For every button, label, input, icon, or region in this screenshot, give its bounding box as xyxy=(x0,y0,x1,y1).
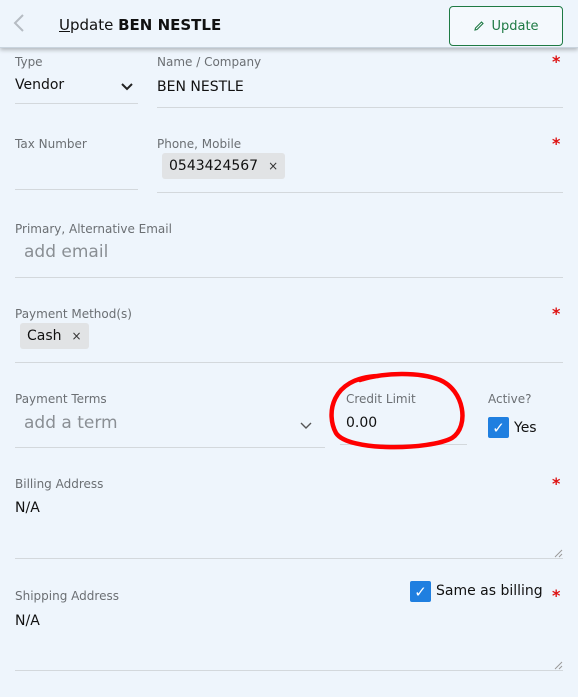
required-asterisk: * xyxy=(552,586,561,605)
checkmark-icon: ✓ xyxy=(414,582,427,601)
remove-chip-icon[interactable]: × xyxy=(268,159,278,173)
type-underline xyxy=(15,103,138,104)
type-select-value: Vendor xyxy=(15,77,65,93)
payment-methods-label: Payment Method(s) xyxy=(15,307,132,321)
same-as-billing-checkbox[interactable]: ✓ xyxy=(410,581,431,602)
email-input[interactable]: add email xyxy=(24,242,108,262)
payment-method-chip-value: Cash xyxy=(27,328,62,344)
name-label: Name / Company xyxy=(157,55,262,69)
phone-label: Phone, Mobile xyxy=(157,137,242,151)
pencil-icon xyxy=(474,21,485,31)
chevron-down-icon xyxy=(121,83,133,91)
active-label: Active? xyxy=(488,392,532,406)
payment-terms-placeholder: add a term xyxy=(24,413,118,433)
billing-address-label: Billing Address xyxy=(15,477,104,491)
required-asterisk: * xyxy=(552,474,561,493)
update-button[interactable]: Update xyxy=(449,6,563,46)
tax-number-field[interactable] xyxy=(15,160,138,184)
billing-address-textarea[interactable]: N/A xyxy=(15,500,40,516)
payment-method-chip: Cash × xyxy=(20,323,89,349)
shipping-address-textarea[interactable]: N/A xyxy=(15,613,40,629)
payment-terms-select[interactable]: add a term xyxy=(15,408,325,444)
shipping-address-underline xyxy=(15,670,563,671)
remove-chip-icon[interactable]: × xyxy=(72,329,82,343)
phone-chip-value: 0543424567 xyxy=(169,158,259,174)
resize-handle-icon[interactable] xyxy=(554,549,563,558)
title-underlined-letter: U xyxy=(59,16,70,34)
tax-number-label: Tax Number xyxy=(15,137,87,151)
active-option-label: Yes xyxy=(514,420,537,436)
title-contact-name: BEN NESTLE xyxy=(118,16,222,34)
payment-terms-label: Payment Terms xyxy=(15,392,107,406)
back-button[interactable] xyxy=(12,12,32,34)
page-title: Update BEN NESTLE xyxy=(59,16,221,34)
payment-terms-underline xyxy=(15,447,325,448)
credit-limit-label: Credit Limit xyxy=(346,392,416,406)
chevron-left-icon xyxy=(13,14,24,32)
billing-address-underline xyxy=(15,558,563,559)
chevron-down-icon xyxy=(300,422,312,429)
update-button-label: Update xyxy=(491,18,539,34)
email-label: Primary, Alternative Email xyxy=(15,222,172,236)
phone-underline xyxy=(157,192,563,193)
type-select[interactable]: Vendor xyxy=(15,72,138,104)
resize-handle-icon[interactable] xyxy=(554,661,563,670)
name-underline xyxy=(157,107,563,108)
payment-methods-underline xyxy=(15,362,563,363)
required-asterisk: * xyxy=(552,52,561,71)
name-field[interactable]: BEN NESTLE xyxy=(157,79,244,95)
active-checkbox[interactable]: ✓ xyxy=(488,417,509,438)
credit-limit-underline xyxy=(340,444,467,445)
required-asterisk: * xyxy=(552,304,561,323)
email-underline xyxy=(15,277,563,278)
phone-chip: 0543424567 × xyxy=(162,153,286,179)
same-as-billing-label: Same as billing xyxy=(436,583,543,599)
shipping-address-label: Shipping Address xyxy=(15,589,119,603)
checkmark-icon: ✓ xyxy=(492,418,505,437)
type-label: Type xyxy=(15,55,43,69)
required-asterisk: * xyxy=(552,134,561,153)
credit-limit-input[interactable]: 0.00 xyxy=(346,415,377,431)
tax-number-underline xyxy=(15,189,138,190)
page-header: Update BEN NESTLE Update xyxy=(0,0,578,48)
title-text: pdate xyxy=(69,16,114,34)
